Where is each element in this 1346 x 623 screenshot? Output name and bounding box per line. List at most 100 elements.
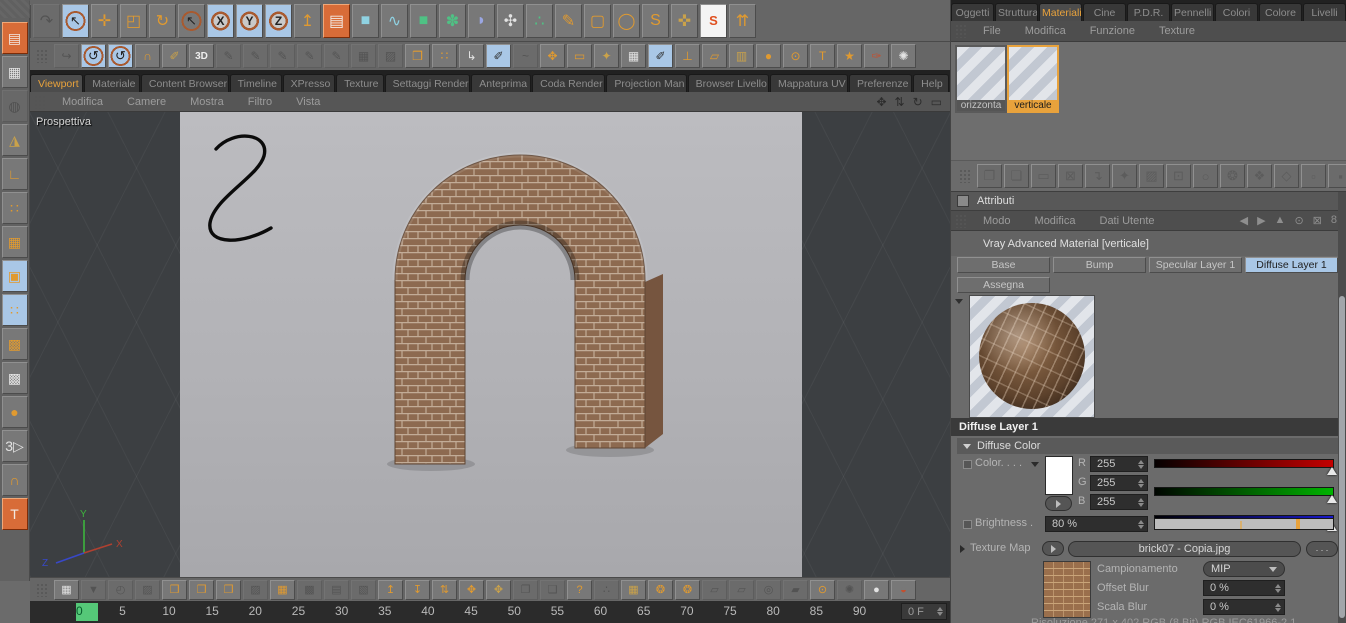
timeline-tick[interactable]: 60 (594, 601, 637, 623)
uv-mesh-icon[interactable]: ▦ (621, 44, 646, 68)
mat-region-icon[interactable]: ⊡ (1166, 164, 1191, 188)
timeline-tick[interactable]: 55 (551, 601, 594, 623)
texture-thumbnail[interactable] (1043, 561, 1091, 618)
uv-sun-dim-icon[interactable]: ✺ (837, 579, 862, 600)
panel-tab[interactable]: Colori (1215, 3, 1258, 21)
mat-cross-icon[interactable]: ◇ (1274, 164, 1299, 188)
workspace-tab[interactable]: Texture (336, 74, 384, 92)
workspace-tab[interactable]: Help (913, 74, 949, 92)
uv-magnify-icon[interactable]: ⊙ (810, 579, 835, 600)
viewport[interactable]: Prospettiva Y X Z (30, 112, 950, 577)
uv-relax-icon[interactable]: ▨ (135, 579, 160, 600)
uv-updown-icon[interactable]: ⇅ (432, 579, 457, 600)
material-menu-grip[interactable] (955, 24, 967, 38)
timeline-tick[interactable]: 20 (249, 601, 292, 623)
preview-collapse-icon[interactable] (955, 299, 963, 304)
uv-mirror-icon[interactable]: ▨ (243, 579, 268, 600)
texture-link-button[interactable] (1045, 496, 1072, 511)
camera-label[interactable]: Prospettiva (36, 116, 91, 128)
workspace-tab[interactable]: Timeline (229, 74, 282, 92)
uv-circle1-icon[interactable]: ❂ (648, 579, 673, 600)
paint-brush-dim1-icon[interactable]: ✎ (216, 44, 241, 68)
attributes-menu-item[interactable]: Modo (971, 215, 1023, 227)
rotate-tool[interactable]: ↻ (149, 3, 176, 38)
texture-axis-mode-icon[interactable]: ▩ (1, 362, 28, 394)
material-big-preview[interactable] (969, 295, 1095, 418)
eraser-icon[interactable]: ▱ (702, 44, 727, 68)
texture-file-button[interactable]: brick07 - Copia.jpg (1068, 541, 1301, 557)
layout-icon[interactable]: ▦ (1, 56, 28, 88)
magic-wand-icon[interactable]: ✦ (594, 44, 619, 68)
uv-polygon-mode-icon[interactable]: ∷ (1, 294, 28, 326)
mat-copy-icon[interactable]: ❏ (1004, 164, 1029, 188)
diffuse-color-header[interactable]: Diffuse Color (957, 438, 1339, 454)
timeline-tick[interactable]: 75 (723, 601, 766, 623)
viewport-menu-item[interactable]: Modifica (50, 96, 115, 108)
panel-scrollbar-thumb[interactable] (1339, 296, 1345, 618)
texture-mode-icon[interactable]: ▩ (1, 328, 28, 360)
offset-blur-field[interactable]: 0 % (1203, 580, 1285, 596)
timeline-ruler[interactable]: 0 5 10 15 20 25 30 35 40 45 50 55 60 65 70 75 80 85 90 0 F (30, 601, 950, 623)
history-back-icon[interactable]: ◀ (1240, 214, 1248, 227)
brightness-handle[interactable] (1295, 519, 1300, 529)
timeline-tick[interactable]: 45 (464, 601, 507, 623)
spline-smooth-icon[interactable]: S (642, 3, 669, 38)
uv-ring-icon[interactable]: ◎ (756, 579, 781, 600)
r-slider[interactable] (1154, 459, 1337, 475)
timeline-tick[interactable]: 90 (853, 601, 896, 623)
world-dim-icon[interactable]: ◍ (1, 90, 28, 122)
b-spinner[interactable] (1138, 497, 1144, 507)
toolbar-grip[interactable] (36, 49, 48, 63)
scale-blur-spinner[interactable] (1275, 602, 1281, 612)
timeline-tick[interactable]: 35 (378, 601, 421, 623)
timeline-tick[interactable]: 80 (767, 601, 810, 623)
workspace-tab[interactable]: Coda Render (532, 74, 606, 92)
zoom-view-icon[interactable]: ⇅ (895, 95, 905, 109)
material-thumb-orizzontale[interactable]: orizzonta (955, 45, 1007, 113)
uv-sphere-icon[interactable]: ● (864, 579, 889, 600)
circle-spline-icon[interactable]: ◯ (613, 3, 640, 38)
maximize-view-icon[interactable]: ▭ (931, 95, 942, 109)
channel-tab[interactable]: Diffuse Layer 1 (1245, 257, 1338, 273)
mat-grid1-icon[interactable]: ▫ (1301, 164, 1326, 188)
attributes-menu-item[interactable]: Modifica (1023, 215, 1088, 227)
uv-question-icon[interactable]: ? (567, 579, 592, 600)
mograph-icon[interactable]: ⇈ (729, 3, 756, 38)
timeline-tick[interactable]: 85 (810, 601, 853, 623)
brush-stars-icon[interactable]: ✐ (162, 44, 187, 68)
object-group-icon[interactable]: ● (1, 396, 28, 428)
brightness-connect-box[interactable] (963, 520, 972, 529)
gear-white-icon[interactable]: ✺ (891, 44, 916, 68)
r-spinner[interactable] (1138, 459, 1144, 469)
film-t-icon[interactable]: T (1, 498, 28, 530)
viewport-menu-item[interactable]: Filtro (236, 96, 284, 108)
channel-tab[interactable]: Base (957, 257, 1050, 273)
pattern-dim-icon[interactable]: ▨ (378, 44, 403, 68)
color-swatch[interactable] (1045, 456, 1073, 495)
material-thumb-verticale[interactable]: verticale (1007, 45, 1059, 113)
uv-maximize-icon[interactable]: ✥ (486, 579, 511, 600)
selection-tool[interactable]: ↖ (178, 3, 205, 38)
paint-brush2-icon[interactable]: ✐ (648, 44, 673, 68)
deformer-icon[interactable]: ◗ (468, 3, 495, 38)
coordinate-system-icon[interactable]: ↥ (294, 3, 321, 38)
panel-tab[interactable]: Materiali (1039, 3, 1082, 21)
scale-blur-field[interactable]: 0 % (1203, 599, 1285, 615)
uv-expand-icon[interactable]: ✥ (459, 579, 484, 600)
timeline-tick[interactable]: 0 (76, 601, 119, 623)
brightness-spinner[interactable] (1138, 519, 1144, 529)
paint-brush-dim4-icon[interactable]: ✎ (297, 44, 322, 68)
speaker-3d-icon[interactable]: 3▷ (1, 430, 28, 462)
material-tools-grip[interactable] (959, 169, 971, 183)
uv-apply-icon[interactable]: ▼ (81, 579, 106, 600)
uv-scatter-icon[interactable]: ∴ (594, 579, 619, 600)
star-tool-icon[interactable]: ★ (837, 44, 862, 68)
environment-icon[interactable]: ✣ (497, 3, 524, 38)
workspace-tab[interactable]: Viewport (30, 74, 84, 92)
subdivision-surface-icon[interactable]: ■ (410, 3, 437, 38)
uv-pair-icon[interactable]: ❐ (513, 579, 538, 600)
point-mode-icon[interactable]: ∷ (1, 192, 28, 224)
workspace-tab[interactable]: Materiale (84, 74, 140, 92)
rectangle-spline-icon[interactable]: ▢ (584, 3, 611, 38)
uv-fit-icon[interactable]: ❒ (189, 579, 214, 600)
